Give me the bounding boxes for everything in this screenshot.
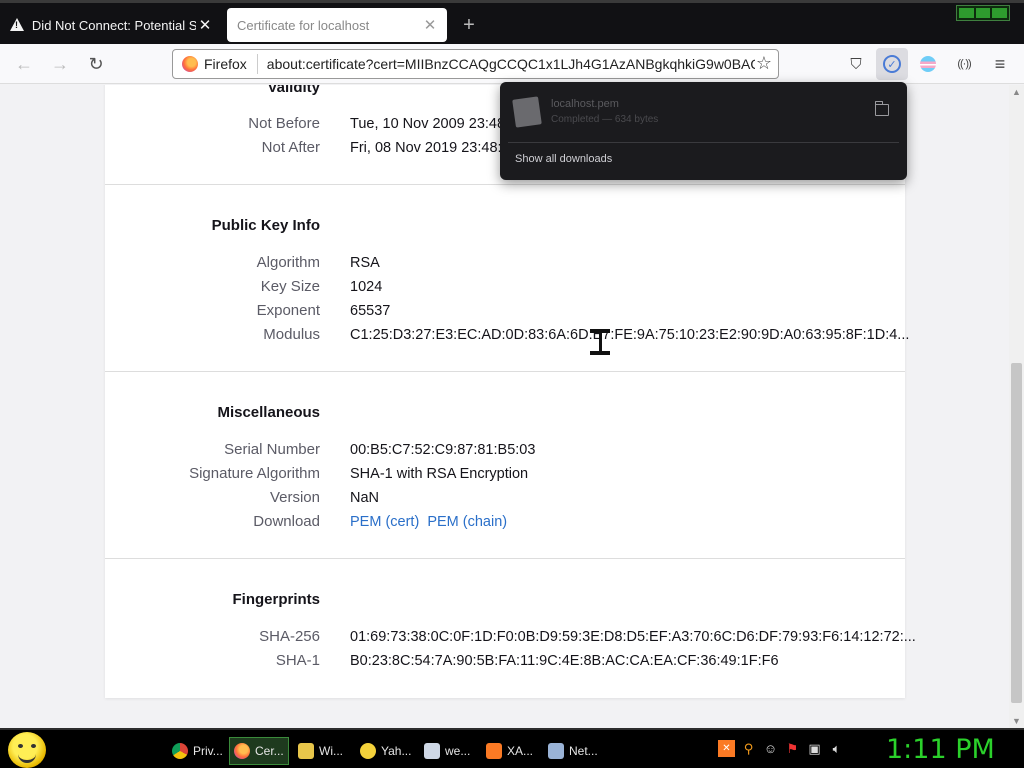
start-button[interactable]: [8, 732, 46, 768]
close-icon[interactable]: ✕: [196, 16, 214, 34]
download-status: Completed — 634 bytes: [551, 114, 659, 125]
firefox-icon: [182, 56, 198, 72]
row-label: Algorithm: [256, 254, 320, 271]
notepad-icon: [424, 743, 440, 759]
bookmark-star-icon[interactable]: ☆: [756, 53, 772, 74]
warning-icon: [10, 18, 24, 32]
misc-section: Miscellaneous Serial Number 00:B5:C7:52:…: [105, 372, 905, 559]
divider: [508, 142, 899, 143]
download-pem-cert-link[interactable]: PEM (cert): [350, 514, 419, 530]
tab-title: Certificate for localhost: [237, 17, 370, 33]
hamburger-menu-icon[interactable]: ≡: [988, 52, 1012, 76]
pocket-icon[interactable]: ⛉: [844, 52, 868, 76]
flag-icon[interactable]: ⚑: [784, 740, 801, 757]
folder-icon[interactable]: [874, 101, 889, 116]
row-value: B0:23:8C:54:7A:90:5B:FA:11:9C:4E:8B:AC:C…: [350, 653, 779, 669]
tab-did-not-connect[interactable]: Did Not Connect: Potential Security Issu…: [0, 8, 222, 42]
row-value: 1024: [350, 279, 383, 295]
fingerprints-section: Fingerprints SHA-256 01:69:73:38:0C:0F:1…: [105, 559, 915, 698]
back-button[interactable]: ←: [12, 52, 36, 76]
taskbar-item-yahoo[interactable]: Yah...: [356, 737, 414, 765]
xampp-tray-icon[interactable]: ✕: [718, 740, 735, 757]
chrome-icon: [172, 743, 188, 759]
row-value: 01:69:73:38:0C:0F:1D:F0:0B:D9:59:3E:D8:D…: [350, 629, 916, 645]
public-key-section: Public Key Info Algorithm RSA Key Size 1…: [105, 185, 909, 372]
identity-label[interactable]: Firefox: [204, 54, 258, 74]
forward-button[interactable]: →: [48, 52, 72, 76]
row-label: Signature Algorithm: [189, 465, 320, 482]
row-value: 00:B5:C7:52:C9:87:81:B5:03: [350, 442, 536, 458]
network-icon: [548, 743, 564, 759]
taskbar-item-net[interactable]: Net...: [544, 737, 604, 765]
download-check-icon: ✓: [883, 55, 901, 73]
section-title: Validity: [267, 85, 320, 96]
new-tab-button[interactable]: +: [458, 14, 480, 36]
scroll-up-arrow-icon[interactable]: ▲: [1009, 85, 1024, 99]
row-label: Download: [253, 513, 320, 530]
download-item[interactable]: localhost.pem Completed — 634 bytes: [500, 82, 907, 140]
url-bar[interactable]: Firefox about:certificate?cert=MIIBnzCCA…: [172, 49, 779, 79]
row-value: RSA: [350, 255, 380, 271]
row-label: Key Size: [260, 278, 320, 295]
row-label: SHA-256: [259, 628, 320, 645]
taskbar-item-firefox[interactable]: Cer...: [229, 737, 289, 765]
section-title: Miscellaneous: [217, 404, 320, 421]
scrollbar[interactable]: ▲ ▼: [1009, 85, 1024, 728]
system-meter-icon: [956, 5, 1010, 21]
taskbar-item-wi[interactable]: Wi...: [294, 737, 346, 765]
row-label: Not Before: [248, 115, 320, 132]
modulus-value: C1:25:D3:27:E3:EC:AD:0D:83:6A:6D:E7:FE:9…: [350, 327, 910, 343]
row-value: 65537: [350, 303, 391, 319]
extension-2-icon[interactable]: ((·)): [952, 52, 976, 76]
firefox-icon: [234, 743, 250, 759]
folder-icon: [298, 743, 314, 759]
search-icon[interactable]: ⚲: [740, 740, 757, 757]
navigation-toolbar: ← → ↻ Firefox about:certificate?cert=MII…: [0, 44, 1024, 84]
row-label: Exponent: [256, 302, 320, 319]
row-label: Serial Number: [224, 441, 320, 458]
url-input[interactable]: about:certificate?cert=MIIBnzCCAQgCCQC1x…: [267, 56, 755, 72]
file-icon: [512, 96, 542, 128]
show-all-downloads-button[interactable]: Show all downloads: [515, 153, 612, 165]
text-cursor-icon: [589, 329, 611, 355]
download-filename: localhost.pem: [551, 98, 619, 110]
row-label: Modulus: [263, 326, 320, 343]
download-pem-chain-link[interactable]: PEM (chain): [427, 514, 507, 530]
row-value: SHA-1 with RSA Encryption: [350, 466, 529, 482]
row-label: Not After: [261, 139, 320, 156]
certificate-viewer: Validity Not Before Tue, 10 Nov 2009 23:…: [0, 85, 1009, 728]
taskbar-item-xampp[interactable]: XA...: [482, 737, 534, 765]
scroll-down-arrow-icon[interactable]: ▼: [1009, 714, 1024, 728]
volume-icon[interactable]: 🔈︎: [828, 740, 845, 757]
close-icon[interactable]: ✕: [421, 16, 439, 34]
row-label: SHA-1: [275, 652, 320, 669]
section-title: Public Key Info: [211, 217, 320, 234]
messenger-icon[interactable]: ☺: [762, 740, 779, 757]
downloads-button[interactable]: ✓: [876, 48, 908, 80]
scrollbar-thumb[interactable]: [1011, 363, 1022, 703]
system-tray: ✕ ⚲ ☺ ⚑ ▣ 🔈︎: [718, 740, 845, 757]
network-tray-icon[interactable]: ▣: [806, 740, 823, 757]
smiley-icon: [360, 743, 376, 759]
tab-title: Did Not Connect: Potential Security Issu…: [31, 17, 197, 33]
clock[interactable]: 1:11 PM: [886, 734, 995, 765]
tab-strip: Did Not Connect: Potential Security Issu…: [0, 0, 1024, 44]
extension-icon[interactable]: [916, 52, 940, 76]
taskbar: Priv... Cer... Wi... Yah... we... XA... …: [0, 728, 1024, 768]
download-links: PEM (cert) PEM (chain): [350, 514, 511, 530]
reload-button[interactable]: ↻: [84, 52, 108, 76]
section-title: Fingerprints: [232, 591, 320, 608]
row-value: NaN: [350, 490, 380, 506]
downloads-panel: localhost.pem Completed — 634 bytes Show…: [500, 82, 907, 180]
taskbar-item-chrome[interactable]: Priv...: [168, 737, 224, 765]
taskbar-item-we[interactable]: we...: [420, 737, 472, 765]
xampp-icon: [486, 743, 502, 759]
row-label: Version: [269, 489, 320, 506]
tab-certificate[interactable]: Certificate for localhost ✕: [227, 8, 447, 42]
